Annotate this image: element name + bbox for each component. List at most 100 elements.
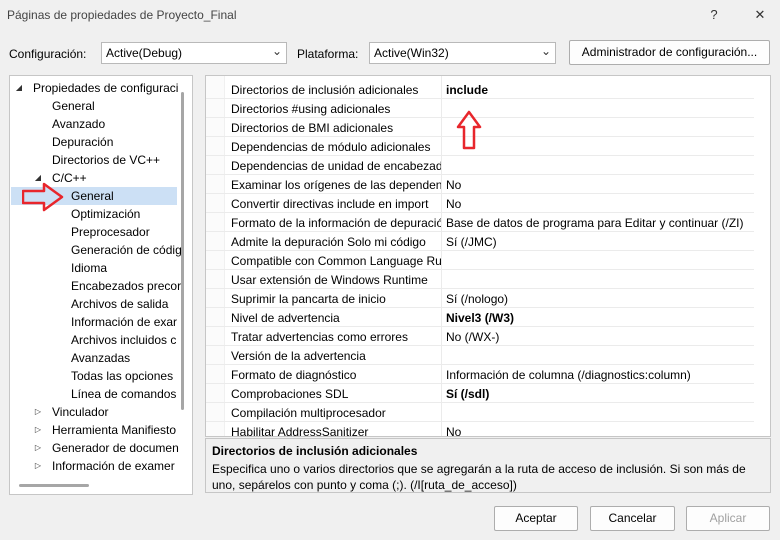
tree-expand-icon[interactable]: ▷: [33, 443, 43, 452]
property-name: Habilitar AddressSanitizer: [231, 425, 369, 437]
tree-item[interactable]: Todas las opciones: [71, 367, 173, 385]
property-value[interactable]: No: [446, 178, 751, 192]
tree-item[interactable]: Generador de documen: [52, 439, 179, 457]
property-row[interactable]: Directorios de inclusión adicionales incl…: [206, 80, 754, 99]
tree-item[interactable]: General: [71, 187, 114, 205]
property-row[interactable]: Suprimir la pancarta de inicio Sí (/nolog…: [206, 289, 754, 308]
tree-item[interactable]: Herramienta Manifiesto: [52, 421, 176, 439]
tree-item[interactable]: Avanzado: [52, 115, 105, 133]
config-manager-button[interactable]: Administrador de configuración...: [569, 40, 770, 65]
property-row[interactable]: Formato de la información de depuración B…: [206, 213, 754, 232]
help-button[interactable]: ?: [697, 2, 731, 28]
property-name: Convertir directivas include en import: [231, 197, 429, 211]
property-name: Dependencias de unidad de encabezado: [231, 159, 441, 173]
tree-item[interactable]: Propiedades de configuraci: [33, 79, 178, 97]
arrow-up-shape: [456, 110, 482, 150]
property-value[interactable]: Sí (/sdl): [446, 387, 751, 401]
configuration-toolbar: Configuración: Active(Debug) ⌄ Plataform…: [0, 40, 780, 66]
chevron-down-icon: ⌄: [271, 44, 282, 58]
property-name: Compatible con Common Language Runtime: [231, 254, 441, 268]
description-title: Directorios de inclusión adicionales: [212, 444, 418, 458]
property-value[interactable]: include: [446, 83, 751, 97]
tree-item[interactable]: Preprocesador: [71, 223, 150, 241]
property-name: Directorios de inclusión adicionales: [231, 83, 419, 97]
property-row[interactable]: Habilitar AddressSanitizer No: [206, 422, 754, 437]
tree-horizontal-scrollbar[interactable]: [19, 484, 89, 487]
window-title: Páginas de propiedades de Proyecto_Final: [7, 8, 237, 22]
config-combo-value: Active(Debug): [106, 46, 183, 60]
tree-expand-icon[interactable]: ▷: [33, 461, 43, 470]
property-value[interactable]: Información de columna (/diagnostics:col…: [446, 368, 751, 382]
platform-combo-value: Active(Win32): [374, 46, 449, 60]
tree-item[interactable]: Línea de comandos: [71, 385, 176, 403]
property-name: Comprobaciones SDL: [231, 387, 349, 401]
red-arrow-up-icon: [456, 110, 482, 150]
red-arrow-right-icon: [22, 182, 64, 212]
description-text: Especifica uno o varios directorios que …: [212, 462, 746, 492]
tree-item[interactable]: Avanzadas: [71, 349, 130, 367]
property-name: Directorios #using adicionales: [231, 102, 391, 116]
platform-combo[interactable]: Active(Win32) ⌄: [369, 42, 556, 64]
property-grid[interactable]: Directorios de inclusión adicionales incl…: [205, 75, 771, 437]
property-value[interactable]: Base de datos de programa para Editar y …: [446, 216, 751, 230]
tree-item[interactable]: Generación de códig: [71, 241, 182, 259]
property-row[interactable]: Dependencias de unidad de encabezado: [206, 156, 754, 175]
property-name: Dependencias de módulo adicionales: [231, 140, 431, 154]
property-name: Admite la depuración Solo mi código: [231, 235, 426, 249]
tree-item[interactable]: Información de exar: [71, 313, 177, 331]
property-name: Examinar los orígenes de las dependencia…: [231, 178, 441, 192]
tree-item[interactable]: Archivos de salida: [71, 295, 168, 313]
accept-button[interactable]: Aceptar: [494, 506, 578, 531]
tree-item[interactable]: Optimización: [71, 205, 140, 223]
cancel-button[interactable]: Cancelar: [590, 506, 675, 531]
title-bar: Páginas de propiedades de Proyecto_Final…: [0, 0, 780, 32]
tree-item[interactable]: Archivos incluidos c: [71, 331, 176, 349]
property-value[interactable]: No (/WX-): [446, 330, 751, 344]
tree-item[interactable]: Depuración: [52, 133, 113, 151]
property-tree[interactable]: ◢ Propiedades de configuraci General Avanza…: [9, 75, 193, 495]
property-value[interactable]: No: [446, 197, 751, 211]
property-row[interactable]: Examinar los orígenes de las dependencia…: [206, 175, 754, 194]
tree-expand-icon[interactable]: ▷: [33, 425, 43, 434]
property-name: Suprimir la pancarta de inicio: [231, 292, 386, 306]
tree-item[interactable]: General: [52, 97, 95, 115]
property-value[interactable]: Sí (/JMC): [446, 235, 751, 249]
config-label: Configuración:: [9, 47, 87, 61]
tree-item[interactable]: Directorios de VC++: [52, 151, 160, 169]
tree-collapse-icon[interactable]: ◢: [33, 173, 43, 182]
chevron-down-icon: ⌄: [540, 44, 551, 58]
arrow-right-shape: [22, 182, 64, 212]
property-name: Compilación multiprocesador: [231, 406, 386, 420]
description-panel: Directorios de inclusión adicionales Esp…: [205, 438, 771, 493]
property-value[interactable]: Sí (/nologo): [446, 292, 751, 306]
tree-item[interactable]: Información de examer: [52, 457, 175, 475]
tree-item[interactable]: Idioma: [71, 259, 107, 277]
property-name: Tratar advertencias como errores: [231, 330, 408, 344]
property-name: Formato de diagnóstico: [231, 368, 357, 382]
property-row[interactable]: Admite la depuración Solo mi código Sí (/…: [206, 232, 754, 251]
property-value[interactable]: No: [446, 425, 751, 436]
property-row[interactable]: Compilación multiprocesador: [206, 403, 754, 422]
property-row[interactable]: Compatible con Common Language Runtime: [206, 251, 754, 270]
property-row[interactable]: Formato de diagnóstico Información de col…: [206, 365, 754, 384]
property-name: Nivel de advertencia: [231, 311, 340, 325]
property-value[interactable]: Nivel3 (/W3): [446, 311, 751, 325]
apply-button[interactable]: Aplicar: [686, 506, 770, 531]
property-name: Usar extensión de Windows Runtime: [231, 273, 428, 287]
property-name: Versión de la advertencia: [231, 349, 366, 363]
property-name: Formato de la información de depuración: [231, 216, 441, 230]
tree-collapse-icon[interactable]: ◢: [14, 83, 24, 92]
property-row[interactable]: Tratar advertencias como errores No (/WX-…: [206, 327, 754, 346]
tree-item[interactable]: Encabezados precor: [71, 277, 181, 295]
property-row[interactable]: Comprobaciones SDL Sí (/sdl): [206, 384, 754, 403]
property-row[interactable]: Versión de la advertencia: [206, 346, 754, 365]
tree-expand-icon[interactable]: ▷: [33, 407, 43, 416]
close-button[interactable]: ✕: [743, 2, 777, 28]
config-combo[interactable]: Active(Debug) ⌄: [101, 42, 287, 64]
property-row[interactable]: Usar extensión de Windows Runtime: [206, 270, 754, 289]
tree-vertical-scrollbar[interactable]: [181, 92, 184, 410]
property-name: Directorios de BMI adicionales: [231, 121, 394, 135]
tree-item[interactable]: Vinculador: [52, 403, 108, 421]
property-row[interactable]: Convertir directivas include en import No: [206, 194, 754, 213]
property-row[interactable]: Nivel de advertencia Nivel3 (/W3): [206, 308, 754, 327]
